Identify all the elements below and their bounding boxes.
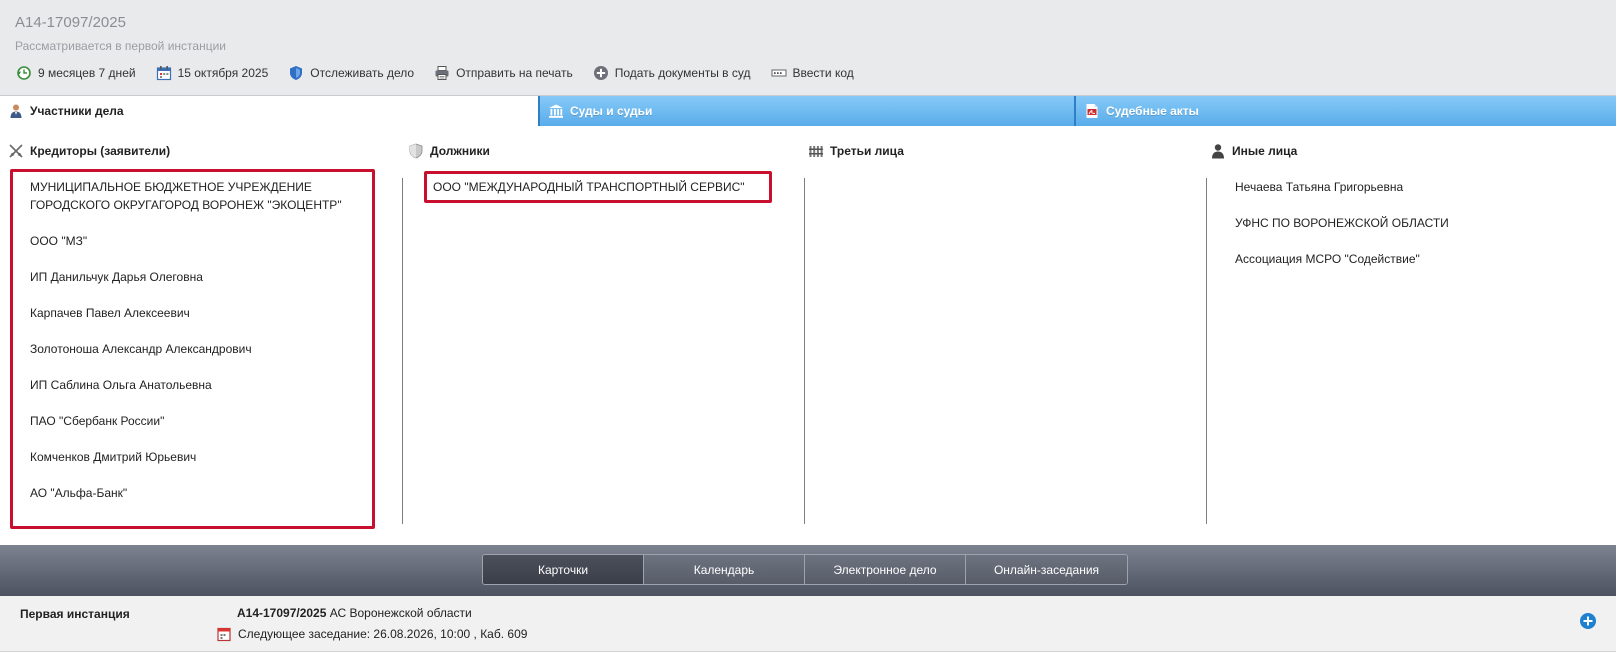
submit-documents-label: Подать документы в суд (614, 66, 751, 80)
tab-judicial-acts-label: Судебные акты (1106, 104, 1199, 118)
debtors-heading: Должники (408, 143, 490, 159)
track-case-label: Отслеживать дело (310, 66, 415, 80)
submit-documents-button[interactable]: Подать документы в суд (593, 65, 751, 81)
column-divider (1206, 178, 1207, 524)
person-icon (10, 104, 22, 118)
shield-icon (409, 143, 423, 159)
next-hearing-text: Следующее заседание: 26.08.2026, 10:00 ,… (238, 627, 528, 641)
shield-icon (290, 66, 303, 80)
enter-code-label: Ввести код (792, 66, 854, 80)
case-status: Рассматривается в первой инстанции (15, 39, 226, 53)
debtors-title: Должники (430, 144, 490, 158)
track-case-button[interactable]: Отслеживать дело (288, 65, 414, 81)
person-silhouette-icon (1212, 144, 1224, 159)
others-title: Иные лица (1232, 144, 1298, 158)
print-button[interactable]: Отправить на печать (434, 65, 573, 81)
case-number: А14-17097/2025 (15, 14, 126, 31)
print-label: Отправить на печать (456, 66, 573, 80)
bottom-tab-electronic-case[interactable]: Электронное дело (805, 555, 966, 584)
creditors-heading: Кредиторы (заявители) (8, 143, 170, 159)
tab-participants-label: Участники дела (30, 104, 124, 118)
tab-courts[interactable]: Суды и судьи (538, 96, 1074, 126)
crossed-swords-icon (9, 144, 23, 158)
instance-row: Первая инстанция А14-17097/2025 АС Ворон… (0, 596, 1616, 652)
instance-label: Первая инстанция (20, 607, 130, 621)
others-list: Нечаева Татьяна Григорьевна УФНС ПО ВОРО… (1235, 178, 1555, 286)
pdf-document-icon (1086, 104, 1098, 118)
instance-court: АС Воронежской области (329, 606, 472, 620)
case-date[interactable]: 15 октября 2025 (156, 65, 269, 81)
calendar-icon (217, 627, 231, 642)
case-toolbar: 9 месяцев 7 дней 15 октября 2025 Отслежи… (16, 64, 874, 82)
next-hearing: Следующее заседание: 26.08.2026, 10:00 ,… (216, 626, 527, 642)
fence-icon (809, 146, 823, 157)
case-tabs: Участники дела Суды и судьи Судебные акт… (0, 96, 1616, 126)
column-divider (402, 178, 403, 524)
third-parties-heading: Третьи лица (808, 143, 904, 159)
case-duration-label: 9 месяцев 7 дней (38, 66, 136, 80)
instance-case-number: А14-17097/2025 (237, 606, 327, 620)
third-parties-title: Третьи лица (830, 144, 904, 158)
printer-icon (435, 66, 449, 80)
bottom-tab-online-hearings[interactable]: Онлайн-заседания (966, 555, 1127, 584)
plus-circle-icon (593, 66, 608, 80)
expand-plus-icon[interactable] (1579, 612, 1597, 630)
court-building-icon (549, 104, 563, 118)
bottom-tab-calendar[interactable]: Календарь (644, 555, 805, 584)
list-item[interactable]: Ассоциация МСРО "Содействие" (1235, 250, 1555, 268)
clock-arrow-icon (17, 66, 31, 80)
creditors-title: Кредиторы (заявители) (30, 144, 171, 158)
case-date-label: 15 октября 2025 (177, 66, 269, 80)
bottom-tabs: Карточки Календарь Электронное дело Онла… (482, 554, 1128, 585)
enter-code-button[interactable]: Ввести код (771, 65, 854, 81)
instance-case[interactable]: А14-17097/2025 АС Воронежской области (237, 606, 472, 620)
tab-courts-label: Суды и судьи (570, 104, 653, 118)
column-divider (804, 178, 805, 524)
tab-participants[interactable]: Участники дела (0, 96, 538, 126)
case-header: А14-17097/2025 Рассматривается в первой … (0, 0, 1616, 96)
others-heading: Иные лица (1210, 143, 1297, 159)
calendar-icon (156, 66, 171, 81)
debtors-highlight-box (424, 171, 772, 203)
list-item[interactable]: УФНС ПО ВОРОНЕЖСКОЙ ОБЛАСТИ (1235, 214, 1555, 232)
bottom-tab-cards[interactable]: Карточки (483, 555, 644, 584)
tab-judicial-acts[interactable]: Судебные акты (1074, 96, 1616, 126)
code-entry-icon (771, 69, 786, 77)
creditors-highlight-box (10, 169, 375, 529)
list-item[interactable]: Нечаева Татьяна Григорьевна (1235, 178, 1555, 196)
case-duration[interactable]: 9 месяцев 7 дней (16, 65, 136, 81)
